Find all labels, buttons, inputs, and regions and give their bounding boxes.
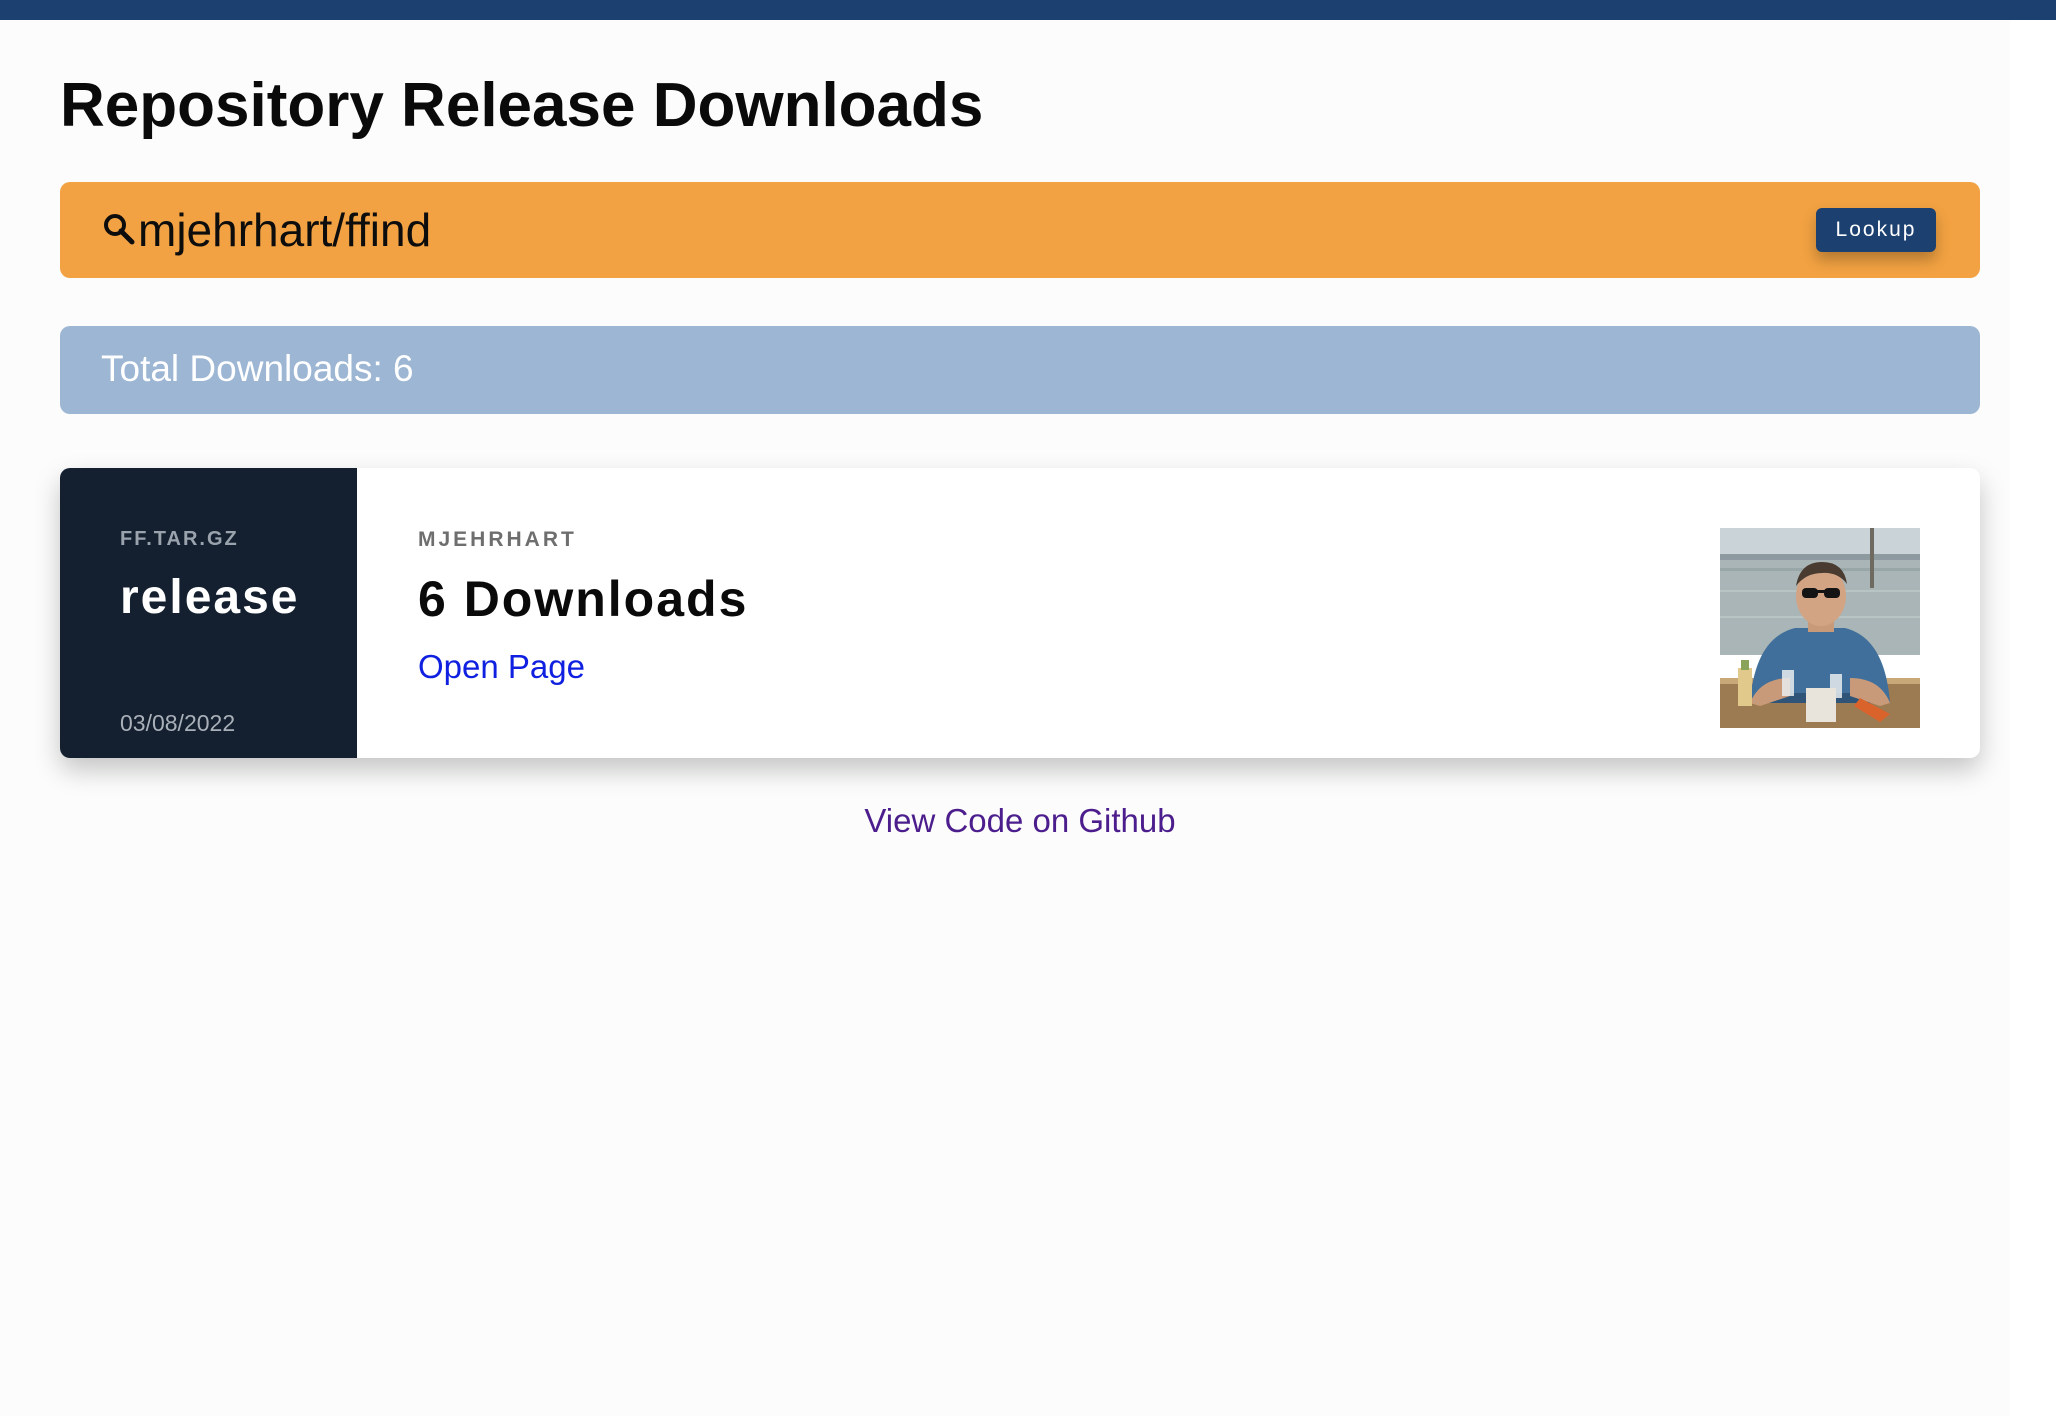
search-icon xyxy=(100,210,140,250)
search-bar: Lookup xyxy=(60,182,1980,278)
author-avatar xyxy=(1720,528,1920,728)
total-downloads-text: Total Downloads: 6 xyxy=(101,348,414,389)
view-code-on-github-link[interactable]: View Code on Github xyxy=(60,802,1980,840)
release-author: MJEHRHART xyxy=(418,528,577,551)
asset-name: FF.TAR.GZ xyxy=(120,528,239,550)
release-name: release xyxy=(120,571,300,624)
release-download-count: 6 Downloads xyxy=(418,571,749,627)
release-card-sidebar: FF.TAR.GZ release 03/08/2022 xyxy=(60,468,357,758)
lookup-button[interactable]: Lookup xyxy=(1816,208,1936,252)
page: Repository Release Downloads Lookup Tota… xyxy=(0,20,2010,1416)
top-accent-bar xyxy=(0,0,2056,20)
page-title: Repository Release Downloads xyxy=(60,71,984,140)
release-date: 03/08/2022 xyxy=(120,710,236,736)
open-page-link[interactable]: Open Page xyxy=(418,648,585,686)
release-card-body: MJEHRHART 6 Downloads Open Page xyxy=(418,468,1818,758)
repository-search-input[interactable] xyxy=(138,202,1438,258)
release-card: FF.TAR.GZ release 03/08/2022 MJEHRHART 6… xyxy=(60,468,1980,758)
total-downloads-banner: Total Downloads: 6 xyxy=(60,326,1980,414)
